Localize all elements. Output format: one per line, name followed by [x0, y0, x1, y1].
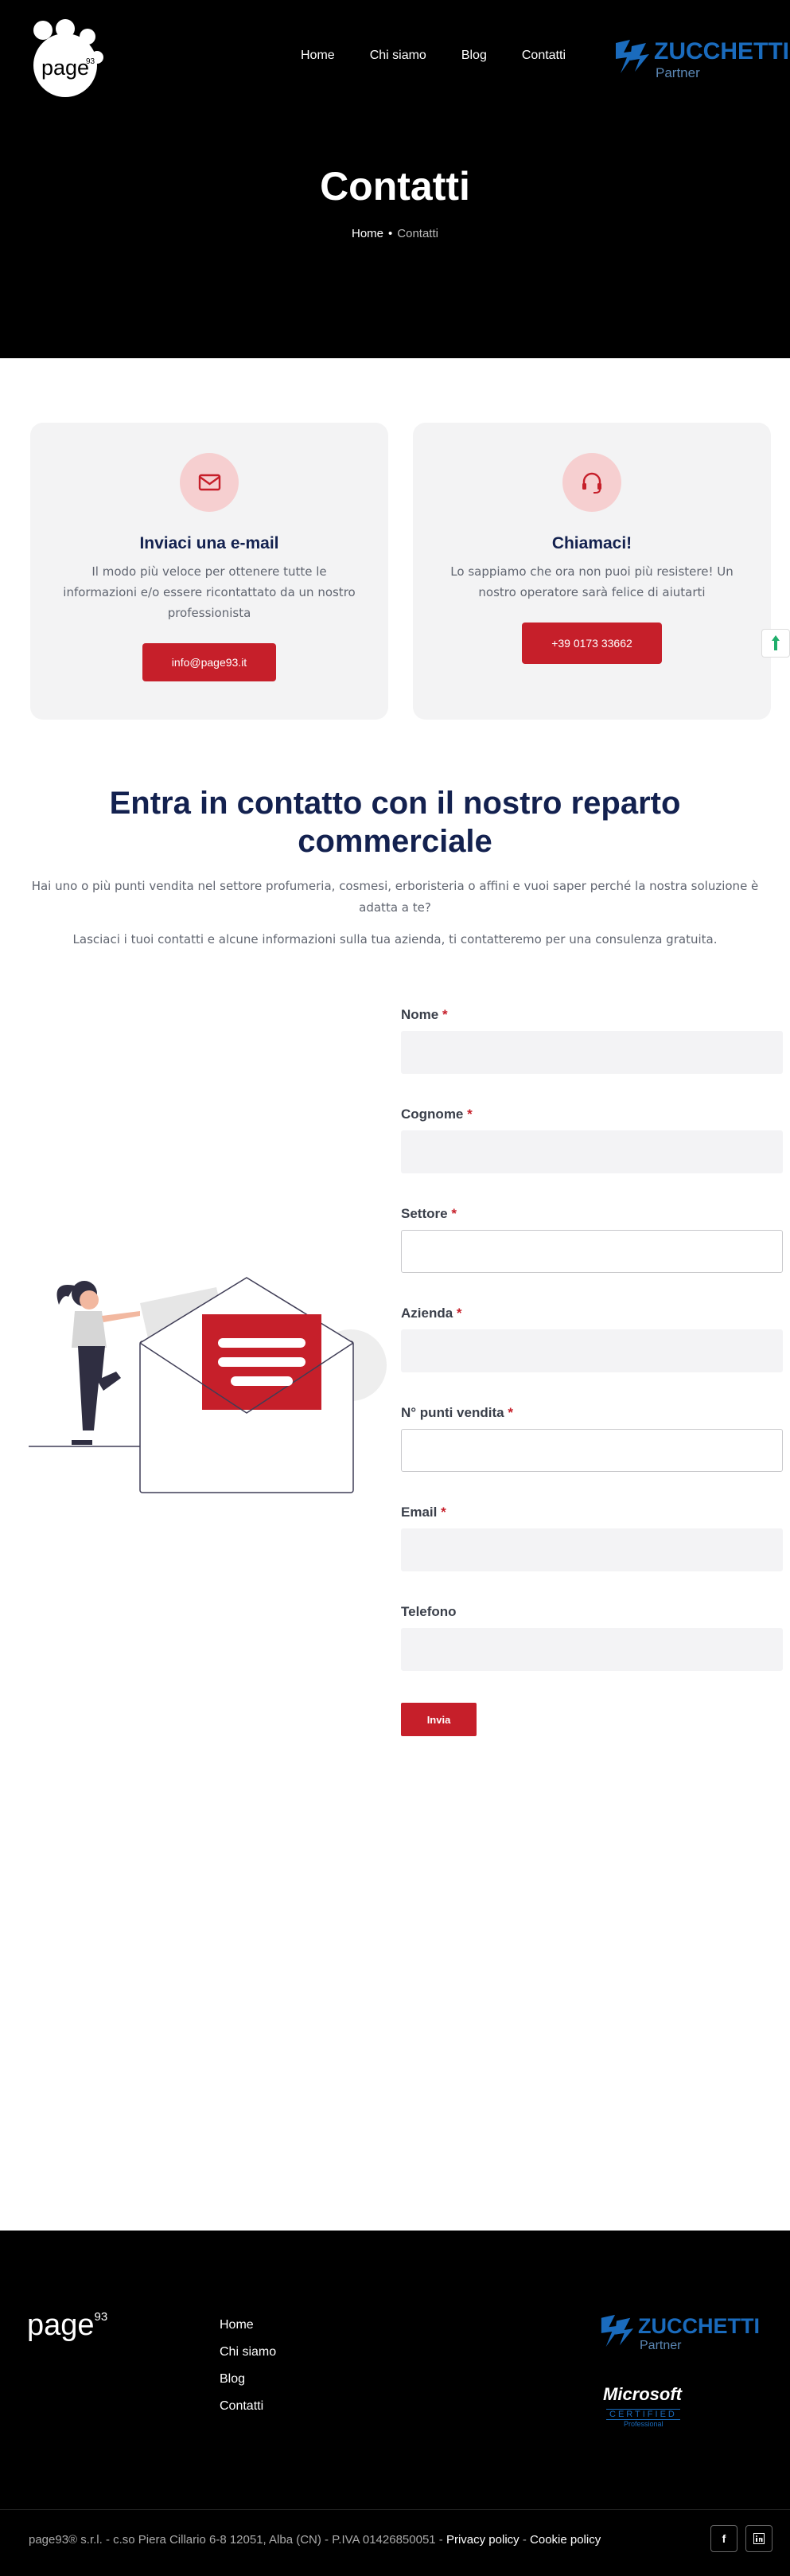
label-azienda: Azienda *: [401, 1306, 462, 1321]
label-settore: Settore *: [401, 1206, 457, 1221]
email-field[interactable]: [401, 1528, 783, 1571]
microsoft-certified-logo: Microsoft CERTIFIED Professional: [603, 2384, 682, 2428]
footer-link-home[interactable]: Home: [220, 2318, 276, 2345]
page93-logo[interactable]: page 93: [27, 18, 107, 101]
email-card-title: Inviaci una e-mail: [139, 534, 279, 552]
footer-zucchetti-brand: ZUCCHETTI: [638, 2314, 760, 2338]
footer-logo[interactable]: page93: [27, 2309, 107, 2343]
headset-icon: [562, 453, 621, 512]
envelope-icon: [180, 453, 239, 512]
email-button[interactable]: info@page93.it: [142, 643, 276, 681]
phone-card: Chiamaci! Lo sappiamo che ora non puoi p…: [413, 423, 771, 720]
email-card-text: Il modo più veloce per ottenere tutte le…: [63, 564, 356, 620]
email-card: Inviaci una e-mail Il modo più veloce pe…: [30, 423, 388, 720]
svg-text:93: 93: [86, 57, 95, 66]
phone-button[interactable]: +39 0173 33662: [522, 623, 662, 664]
footer: page93 Home Chi siamo Blog Contatti ZUCC…: [0, 2231, 790, 2576]
linkedin-icon[interactable]: [745, 2525, 772, 2552]
label-nome: Nome *: [401, 1007, 448, 1022]
label-cognome: Cognome *: [401, 1107, 473, 1122]
breadcrumb-home[interactable]: Home: [352, 227, 383, 240]
punti-vendita-field[interactable]: [401, 1429, 783, 1472]
facebook-icon[interactable]: f: [710, 2525, 737, 2552]
footer-link-chi-siamo[interactable]: Chi siamo: [220, 2345, 276, 2372]
section-title: Entra in contatto con il nostro reparto …: [109, 786, 681, 859]
label-punti-vendita: N° punti vendita *: [401, 1405, 513, 1420]
phone-card-title: Chiamaci!: [551, 534, 632, 552]
label-telefono: Telefono: [401, 1604, 457, 1619]
contact-illustration: [29, 1277, 387, 1493]
breadcrumb: Home • Contatti: [0, 227, 790, 240]
zucchetti-mark-icon: [616, 40, 649, 73]
page-title: Contatti: [320, 164, 470, 209]
zucchetti-sub: Partner: [656, 65, 700, 80]
footer-divider: [0, 2509, 790, 2510]
footer-nav: Home Chi siamo Blog Contatti: [220, 2318, 276, 2426]
privacy-policy-link[interactable]: Privacy policy: [446, 2533, 520, 2547]
label-email: Email *: [401, 1505, 446, 1520]
nav-home[interactable]: Home: [301, 49, 335, 63]
phone-card-text: Lo sappiamo che ora non puoi più resiste…: [450, 564, 734, 599]
settore-field[interactable]: [401, 1230, 783, 1273]
nav-contatti[interactable]: Contatti: [522, 49, 566, 63]
footer-zucchetti-logo: ZUCCHETTI Partner: [598, 2310, 765, 2366]
cognome-field[interactable]: [401, 1130, 783, 1173]
nav-blog[interactable]: Blog: [461, 49, 487, 63]
footer-zucchetti-sub: Partner: [640, 2339, 682, 2352]
cookie-policy-link[interactable]: Cookie policy: [530, 2533, 601, 2547]
zucchetti-brand: ZUCCHETTI: [654, 38, 789, 64]
footer-copyright: page93® s.r.l. - c.so Piera Cillario 6-8…: [29, 2533, 601, 2547]
azienda-field[interactable]: [401, 1329, 783, 1372]
footer-link-contatti[interactable]: Contatti: [220, 2399, 276, 2426]
section-subtitle-2: Lasciaci i tuoi contatti e alcune inform…: [72, 932, 718, 946]
zucchetti-mark-icon: [601, 2314, 634, 2348]
main-nav: Home Chi siamo Blog Contatti: [301, 49, 601, 63]
telefono-field[interactable]: [401, 1628, 783, 1671]
footer-link-blog[interactable]: Blog: [220, 2372, 276, 2399]
nome-field[interactable]: [401, 1031, 783, 1074]
breadcrumb-current: Contatti: [397, 227, 438, 240]
breadcrumb-separator: •: [388, 227, 393, 240]
side-tab-button[interactable]: [761, 629, 790, 658]
arrow-up-icon: [772, 635, 780, 650]
hero-section: page 93 Home Chi siamo Blog Contatti ZUC…: [0, 0, 790, 358]
nav-chi-siamo[interactable]: Chi siamo: [370, 49, 426, 63]
submit-button[interactable]: Invia: [401, 1703, 477, 1736]
section-subtitle-1: Hai uno o più punti vendita nel settore …: [31, 879, 759, 915]
logo-text: page: [41, 56, 89, 80]
